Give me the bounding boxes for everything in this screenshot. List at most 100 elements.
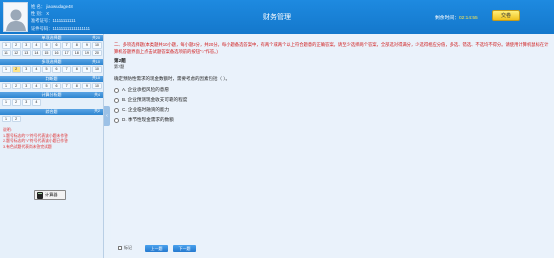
submit-exam-button[interactable]: 交卷 xyxy=(492,10,520,21)
question-cell[interactable]: 14 xyxy=(31,49,41,56)
question-cell[interactable]: 2 xyxy=(11,115,21,122)
question-cell[interactable]: 8 xyxy=(72,42,82,49)
question-cell[interactable]: 7 xyxy=(62,82,72,89)
question-cell[interactable]: 2 xyxy=(11,42,21,49)
option-d-radio[interactable] xyxy=(114,117,119,123)
mark-question[interactable]: 标记 xyxy=(118,245,132,251)
remaining-time-value: 02:14:55 xyxy=(459,16,478,21)
chevron-left-icon: ‹ xyxy=(106,113,108,119)
collapse-sidebar-handle[interactable]: ‹ xyxy=(104,106,110,126)
section-heading: 二、多项选择题 xyxy=(114,42,145,47)
option-c-label: C. 企业临时融资的能力 xyxy=(122,107,170,112)
question-panel: 二、多项选择题(本类题共10小题，每小题2分，共20分。每小题备选答案中，有两个… xyxy=(111,34,554,258)
question-cell[interactable]: 16 xyxy=(52,49,62,56)
section-count: 共20 xyxy=(91,35,100,40)
question-cell[interactable]: 1 xyxy=(1,115,11,122)
question-cell[interactable]: 15 xyxy=(41,49,51,56)
mark-checkbox[interactable] xyxy=(118,246,122,250)
question-cell[interactable]: 1 xyxy=(1,99,11,106)
question-cell[interactable]: 7 xyxy=(62,42,72,49)
section-count: 共10 xyxy=(91,76,100,80)
question-cell[interactable]: 6 xyxy=(52,42,62,49)
exam-title: 财务管理 xyxy=(263,14,291,21)
question-grid: 1 2 3 4 5 6 7 8 9 10 xyxy=(0,65,103,75)
section-header[interactable]: 多项选择题 共10 xyxy=(0,59,103,65)
question-navigator: 单项选择题 共20 1 2 3 4 5 6 7 8 9 10 11 12 13 14 15 16 17 18 19 20 多… xyxy=(0,34,104,258)
option-b[interactable]: B. 企业预测现金收支可靠的程度 xyxy=(114,95,187,105)
question-cell[interactable]: 5 xyxy=(41,42,51,49)
section-header[interactable]: 单项选择题 共20 xyxy=(0,35,103,41)
question-grid: 1234 xyxy=(0,98,103,108)
question-cell[interactable]: 1 xyxy=(1,42,11,49)
question-cell[interactable]: 5 xyxy=(41,66,51,73)
section-count: 共4 xyxy=(94,92,100,97)
question-cell[interactable]: 4 xyxy=(31,99,41,106)
avatar xyxy=(3,2,28,32)
question-cell[interactable]: 3 xyxy=(21,66,31,73)
section-title: 综合题 xyxy=(45,108,58,114)
section-count: 共2 xyxy=(94,109,100,113)
notes-line-3: 3.有色试题代表尚未答完试题 xyxy=(3,144,52,149)
question-cell[interactable]: 11 xyxy=(1,49,11,56)
option-b-radio[interactable] xyxy=(114,97,119,103)
question-cell[interactable]: 9 xyxy=(82,66,92,73)
option-c[interactable]: C. 企业临时融资的能力 xyxy=(114,105,187,115)
question-cell[interactable]: 5 xyxy=(41,82,51,89)
question-cell[interactable]: 2 xyxy=(11,66,21,73)
section-header[interactable]: 计算分析题 共4 xyxy=(0,92,103,98)
question-cell[interactable]: 2 xyxy=(11,99,21,106)
candidate-cert-id: 证件号码：111111111111111111 xyxy=(31,25,91,31)
calculator-icon xyxy=(37,191,43,199)
legend-notes: 说明: 1.题号标志的"?"符号代表该小题未作答 2.题号标志的"√"符号代表该… xyxy=(0,128,103,150)
question-cell[interactable]: 10 xyxy=(92,82,102,89)
question-cell[interactable]: 4 xyxy=(31,66,41,73)
question-cell[interactable]: 20 xyxy=(92,49,102,56)
remaining-time-label: 剩余时间： xyxy=(435,16,459,21)
question-instructions: 二、多项选择题(本类题共10小题，每小题2分，共20分。每小题备选答案中，有两个… xyxy=(114,42,550,55)
section-title: 判断题 xyxy=(45,75,58,81)
option-a[interactable]: A. 企业承担风险的意愿 xyxy=(114,85,187,95)
question-cell[interactable]: 6 xyxy=(52,66,62,73)
section-title: 计算分析题 xyxy=(41,92,62,97)
option-a-label: A. 企业承担风险的意愿 xyxy=(122,87,169,92)
option-d[interactable]: D. 季节性现金需求的数额 xyxy=(114,115,187,125)
question-grid: 12 xyxy=(0,115,103,125)
question-index: 第7题 xyxy=(114,64,125,69)
section-rules: (本类题共10小题，每小题2分，共20分。每小题备选答案中，有两个或两个以上符合… xyxy=(114,42,549,54)
calculator-button[interactable]: 计算器 xyxy=(34,190,66,200)
question-cell[interactable]: 7 xyxy=(62,66,72,73)
question-cell[interactable]: 6 xyxy=(52,82,62,89)
section-header[interactable]: 判断题 共10 xyxy=(0,75,103,82)
next-question-button[interactable]: 下一题 xyxy=(173,245,196,252)
question-cell[interactable]: 18 xyxy=(72,49,82,56)
question-cell[interactable]: 3 xyxy=(21,42,31,49)
question-cell[interactable]: 9 xyxy=(82,42,92,49)
question-cell[interactable]: 10 xyxy=(92,66,102,73)
question-cell[interactable]: 17 xyxy=(62,49,72,56)
question-cell[interactable]: 1 xyxy=(1,82,11,89)
question-cell[interactable]: 4 xyxy=(31,42,41,49)
question-cell[interactable]: 3 xyxy=(21,99,31,106)
question-cell[interactable]: 8 xyxy=(72,66,82,73)
candidate-exam-id: 准考证号：11111111111 xyxy=(31,18,76,24)
question-cell[interactable]: 2 xyxy=(11,82,21,89)
candidate-info: 姓 名： jiaowudage48 性 别： X 准考证号：1111111111… xyxy=(31,3,90,32)
question-cell[interactable]: 9 xyxy=(82,82,92,89)
option-a-radio[interactable] xyxy=(114,87,119,93)
prev-question-button[interactable]: 上一题 xyxy=(145,245,168,252)
question-cell[interactable]: 10 xyxy=(92,42,102,49)
section-title: 单项选择题 xyxy=(41,35,62,40)
remaining-time: 剩余时间：02:14:55 xyxy=(435,14,478,21)
question-cell[interactable]: 13 xyxy=(21,49,31,56)
question-cell[interactable]: 3 xyxy=(21,82,31,89)
question-cell[interactable]: 8 xyxy=(72,82,82,89)
option-c-radio[interactable] xyxy=(114,107,119,113)
section-header[interactable]: 综合题 共2 xyxy=(0,108,103,115)
question-cell[interactable]: 1 xyxy=(1,66,11,73)
question-grid: 1 2 3 4 5 6 7 8 9 10 xyxy=(0,82,103,92)
option-d-label: D. 季节性现金需求的数额 xyxy=(122,117,174,122)
question-cell[interactable]: 4 xyxy=(31,82,41,89)
question-cell[interactable]: 12 xyxy=(11,49,21,56)
question-cell[interactable]: 19 xyxy=(82,49,92,56)
section-count: 共10 xyxy=(91,59,100,64)
